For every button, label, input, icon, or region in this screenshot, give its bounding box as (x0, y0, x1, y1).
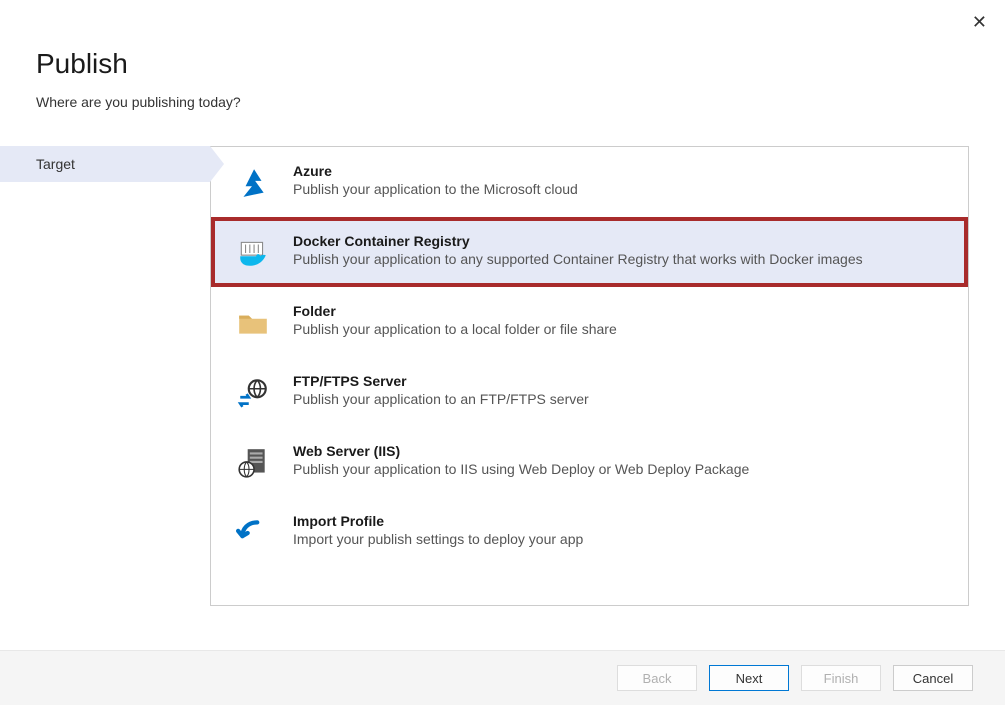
option-desc: Publish your application to IIS using We… (293, 461, 749, 477)
docker-icon (235, 235, 271, 271)
option-folder[interactable]: Folder Publish your application to a loc… (211, 287, 968, 357)
finish-button[interactable]: Finish (801, 665, 881, 691)
dialog-footer: Back Next Finish Cancel (0, 650, 1005, 705)
cancel-button[interactable]: Cancel (893, 665, 973, 691)
option-desc: Publish your application to a local fold… (293, 321, 617, 337)
back-button[interactable]: Back (617, 665, 697, 691)
option-title: Azure (293, 163, 578, 179)
option-desc: Publish your application to an FTP/FTPS … (293, 391, 589, 407)
option-desc: Publish your application to the Microsof… (293, 181, 578, 197)
option-title: Docker Container Registry (293, 233, 863, 249)
server-globe-icon (235, 445, 271, 481)
close-icon[interactable]: ✕ (972, 12, 987, 33)
option-title: Web Server (IIS) (293, 443, 749, 459)
option-desc: Import your publish settings to deploy y… (293, 531, 583, 547)
sidebar-item-label: Target (36, 156, 75, 172)
option-docker-container-registry[interactable]: Docker Container Registry Publish your a… (211, 217, 968, 287)
folder-icon (235, 305, 271, 341)
next-button[interactable]: Next (709, 665, 789, 691)
option-web-server-iis[interactable]: Web Server (IIS) Publish your applicatio… (211, 427, 968, 497)
option-desc: Publish your application to any supporte… (293, 251, 863, 267)
option-title: Import Profile (293, 513, 583, 529)
page-subtitle: Where are you publishing today? (36, 94, 969, 110)
option-import-profile[interactable]: Import Profile Import your publish setti… (211, 497, 968, 567)
globe-transfer-icon (235, 375, 271, 411)
option-ftp-server[interactable]: FTP/FTPS Server Publish your application… (211, 357, 968, 427)
dialog-header: Publish Where are you publishing today? (0, 0, 1005, 126)
wizard-steps-sidebar: Target (0, 146, 210, 182)
sidebar-item-target[interactable]: Target (0, 146, 210, 182)
option-azure[interactable]: Azure Publish your application to the Mi… (211, 147, 968, 217)
page-title: Publish (36, 48, 969, 80)
publish-target-list: Azure Publish your application to the Mi… (210, 146, 969, 606)
azure-icon (235, 165, 271, 201)
option-title: FTP/FTPS Server (293, 373, 589, 389)
import-arrow-icon (235, 515, 271, 551)
option-title: Folder (293, 303, 617, 319)
